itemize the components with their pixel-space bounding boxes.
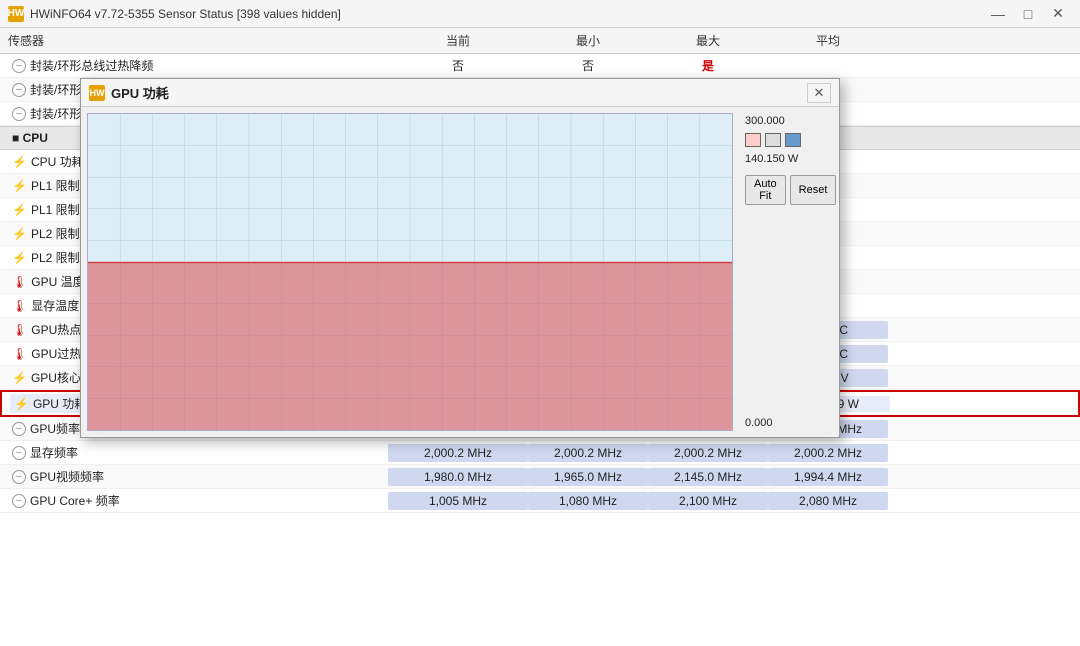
row-label: − 显存频率 bbox=[8, 443, 388, 462]
window-title: HWiNFO64 v7.72-5355 Sensor Status [398 v… bbox=[30, 7, 341, 21]
chart-svg bbox=[88, 114, 732, 430]
color-box-pink bbox=[745, 133, 761, 147]
cell-max: 2,145.0 MHz bbox=[648, 468, 768, 486]
cell-min: 1,965.0 MHz bbox=[528, 468, 648, 486]
cell-avg bbox=[768, 65, 888, 67]
cell-current: 1,980.0 MHz bbox=[388, 468, 528, 486]
title-bar: HW HWiNFO64 v7.72-5355 Sensor Status [39… bbox=[0, 0, 1080, 28]
app-icon: HW bbox=[8, 6, 24, 22]
close-button[interactable]: ✕ bbox=[1044, 4, 1072, 24]
col-max: 最大 bbox=[648, 32, 768, 49]
minus-icon: − bbox=[12, 107, 26, 121]
dialog-title-left: HW GPU 功耗 bbox=[89, 83, 169, 102]
color-legend bbox=[745, 133, 833, 147]
minus-icon: − bbox=[12, 470, 26, 484]
lightning-icon: ⚡ bbox=[12, 203, 27, 217]
table-row: − 显存频率 2,000.2 MHz 2,000.2 MHz 2,000.2 M… bbox=[0, 441, 1080, 465]
dialog-body: 300.000 140.150 W Auto Fit Reset 0.000 bbox=[81, 107, 839, 437]
cell-min: 2,000.2 MHz bbox=[528, 444, 648, 462]
cell-avg: 2,000.2 MHz bbox=[768, 444, 888, 462]
lightning-icon: ⚡ bbox=[12, 251, 27, 265]
thermometer-icon: 🌡 bbox=[12, 323, 27, 337]
y-max-label: 300.000 bbox=[745, 115, 833, 127]
table-row: − 封装/环形总线过热降频 否 否 是 bbox=[0, 54, 1080, 78]
col-min: 最小 bbox=[528, 32, 648, 49]
cell-min: 否 bbox=[528, 56, 648, 75]
minus-icon: − bbox=[12, 422, 26, 436]
lightning-icon: ⚡ bbox=[12, 155, 27, 169]
chart-area bbox=[87, 113, 733, 431]
minus-icon: − bbox=[12, 83, 26, 97]
row-label: − GPU视频频率 bbox=[8, 467, 388, 486]
color-box-blue bbox=[785, 133, 801, 147]
chart-controls: Auto Fit Reset bbox=[745, 175, 833, 205]
col-avg: 平均 bbox=[768, 32, 888, 49]
chart-sidebar: 300.000 140.150 W Auto Fit Reset 0.000 bbox=[739, 107, 839, 437]
cell-max: 2,000.2 MHz bbox=[648, 444, 768, 462]
auto-fit-button[interactable]: Auto Fit bbox=[745, 175, 786, 205]
color-box-gray bbox=[765, 133, 781, 147]
cell-avg: 2,080 MHz bbox=[768, 492, 888, 510]
lightning-icon: ⚡ bbox=[12, 227, 27, 241]
table-row: − GPU Core+ 频率 1,005 MHz 1,080 MHz 2,100… bbox=[0, 489, 1080, 513]
y-min-label: 0.000 bbox=[745, 417, 833, 429]
dialog-app-icon: HW bbox=[89, 85, 105, 101]
thermometer-icon: 🌡 bbox=[12, 275, 27, 289]
minus-icon: − bbox=[12, 446, 26, 460]
cell-max: 2,100 MHz bbox=[648, 492, 768, 510]
cell-current: 否 bbox=[388, 56, 528, 75]
lightning-icon: ⚡ bbox=[14, 397, 29, 411]
thermometer-icon: 🌡 bbox=[12, 299, 27, 313]
table-header: 传感器 当前 最小 最大 平均 bbox=[0, 28, 1080, 54]
thermometer-icon: 🌡 bbox=[12, 347, 27, 361]
y-mid-label: 140.150 W bbox=[745, 153, 833, 165]
window-controls: — □ ✕ bbox=[984, 4, 1072, 24]
gpu-power-dialog: HW GPU 功耗 ✕ bbox=[80, 78, 840, 438]
dialog-title-bar: HW GPU 功耗 ✕ bbox=[81, 79, 839, 107]
table-row: − GPU视频频率 1,980.0 MHz 1,965.0 MHz 2,145.… bbox=[0, 465, 1080, 489]
col-current: 当前 bbox=[388, 32, 528, 49]
cell-current: 1,005 MHz bbox=[388, 492, 528, 510]
cell-current: 2,000.2 MHz bbox=[388, 444, 528, 462]
maximize-button[interactable]: □ bbox=[1014, 4, 1042, 24]
title-bar-left: HW HWiNFO64 v7.72-5355 Sensor Status [39… bbox=[8, 6, 341, 22]
reset-button[interactable]: Reset bbox=[790, 175, 837, 205]
cell-avg: 1,994.4 MHz bbox=[768, 468, 888, 486]
row-label: − 封装/环形总线过热降频 bbox=[8, 56, 388, 75]
col-sensor: 传感器 bbox=[8, 32, 388, 49]
minus-icon: − bbox=[12, 59, 26, 73]
minimize-button[interactable]: — bbox=[984, 4, 1012, 24]
cell-max: 是 bbox=[648, 56, 768, 75]
row-label: − GPU Core+ 频率 bbox=[8, 491, 388, 510]
lightning-icon: ⚡ bbox=[12, 179, 27, 193]
main-window: 传感器 当前 最小 最大 平均 − 封装/环形总线过热降频 否 否 是 − 封 bbox=[0, 28, 1080, 646]
lightning-icon: ⚡ bbox=[12, 371, 27, 385]
cell-min: 1,080 MHz bbox=[528, 492, 648, 510]
minus-icon: − bbox=[12, 494, 26, 508]
dialog-close-button[interactable]: ✕ bbox=[807, 83, 831, 103]
dialog-title: GPU 功耗 bbox=[111, 83, 169, 102]
